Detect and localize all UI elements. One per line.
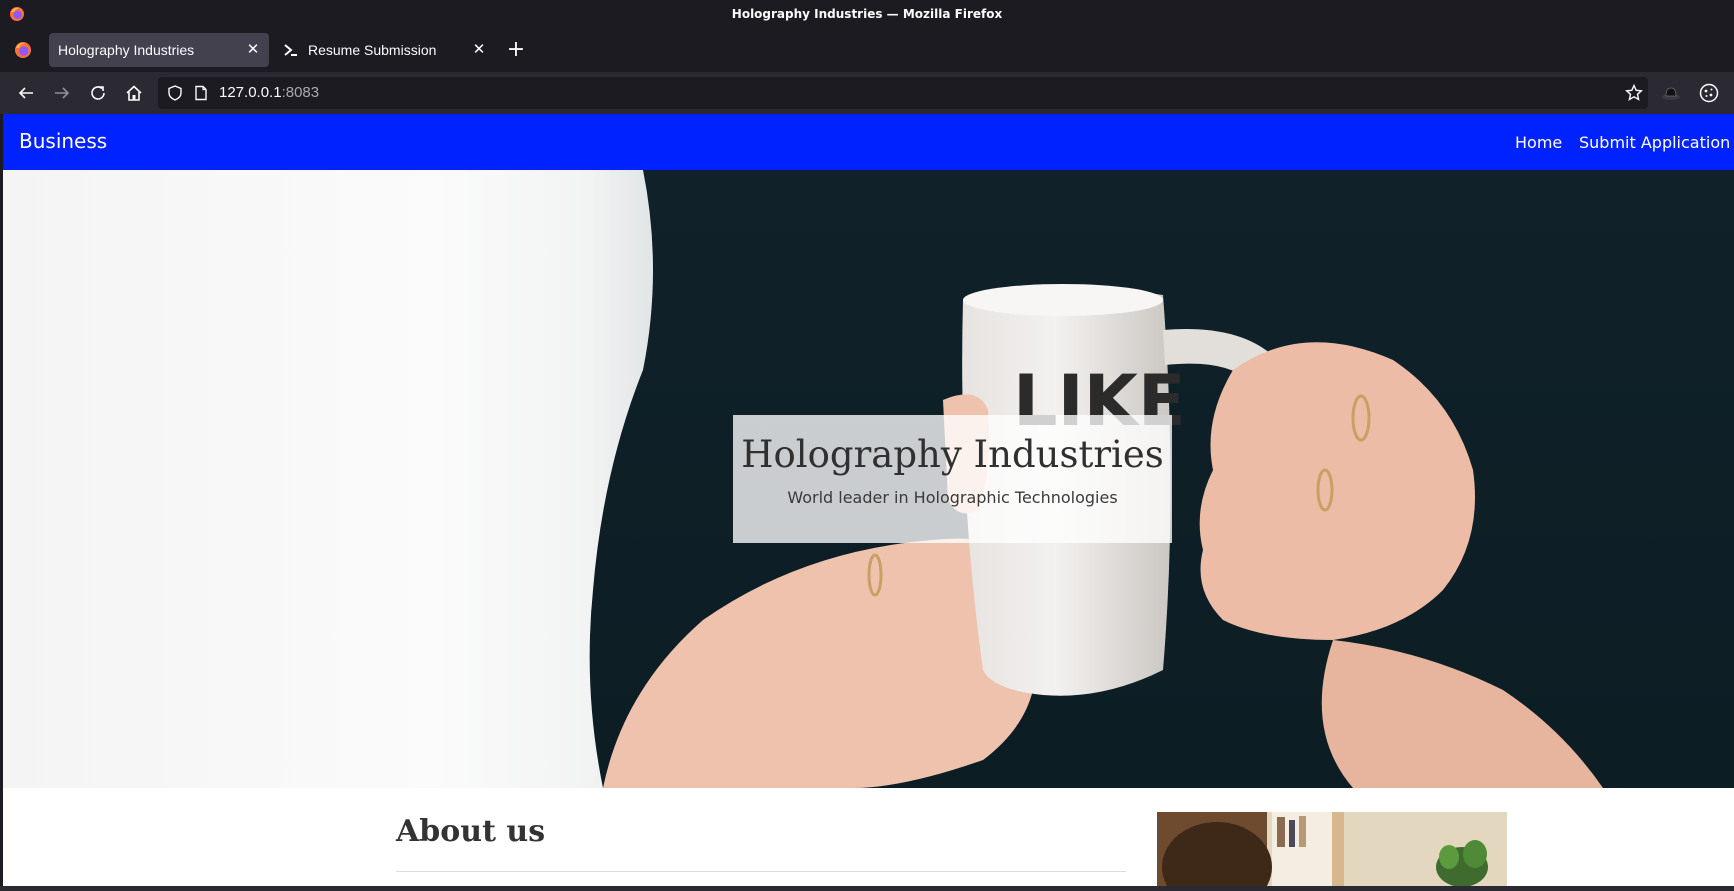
- url-bar[interactable]: 127.0.0.1:8083: [158, 77, 1648, 109]
- url-host: 127.0.0.1: [219, 84, 282, 101]
- about-photo-art: [1157, 812, 1507, 886]
- tab-holography-industries[interactable]: Holography Industries ✕: [49, 33, 269, 67]
- nav-link-submit-application[interactable]: Submit Application: [1579, 133, 1730, 152]
- site-brand-link[interactable]: Business: [19, 129, 107, 153]
- bookmark-star-icon[interactable]: [1625, 84, 1643, 102]
- hero-subtitle: World leader in Holographic Technologies: [787, 488, 1118, 507]
- tracking-protection-shield-icon[interactable]: [167, 85, 183, 101]
- nav-toolbar: 127.0.0.1:8083: [0, 72, 1734, 114]
- tab-label: Resume Submission: [308, 42, 437, 58]
- forward-button[interactable]: [50, 81, 74, 105]
- window-title: Holography Industries — Mozilla Firefox: [731, 7, 1003, 21]
- hero-card: Holography Industries World leader in Ho…: [733, 415, 1172, 543]
- page-viewport: Business Home Submit Application LIKE Ho…: [3, 114, 1734, 886]
- about-section: About us: [3, 788, 1734, 886]
- firefox-view-icon[interactable]: [13, 40, 33, 60]
- firefox-logo-icon: [10, 7, 24, 21]
- new-tab-button[interactable]: +: [506, 39, 526, 61]
- back-button[interactable]: [14, 81, 38, 105]
- tab-resume-submission[interactable]: Resume Submission ✕: [275, 33, 495, 67]
- url-text[interactable]: 127.0.0.1:8083: [219, 84, 319, 101]
- terminal-icon: [283, 42, 299, 58]
- tab-strip: Holography Industries ✕ Resume Submissio…: [0, 28, 1734, 72]
- site-navbar: Business Home Submit Application: [3, 114, 1734, 170]
- reload-button[interactable]: [86, 81, 110, 105]
- arrow-left-icon: [18, 87, 33, 99]
- url-port: :8083: [281, 84, 320, 101]
- window-bottom-edge: [0, 886, 1734, 891]
- home-icon: [126, 85, 142, 101]
- tab-label: Holography Industries: [58, 42, 195, 58]
- extension-cookie-icon[interactable]: [1698, 82, 1720, 104]
- page-info-icon[interactable]: [193, 85, 209, 101]
- about-photo: [1157, 812, 1507, 886]
- about-divider: [396, 871, 1126, 872]
- hero-title: Holography Industries: [741, 433, 1164, 476]
- window-titlebar: Holography Industries — Mozilla Firefox: [0, 0, 1734, 28]
- close-tab-icon[interactable]: ✕: [245, 42, 261, 58]
- about-heading: About us: [396, 814, 546, 849]
- close-tab-icon[interactable]: ✕: [471, 42, 487, 58]
- reload-icon: [91, 86, 105, 100]
- nav-link-home[interactable]: Home: [1515, 133, 1562, 152]
- hero-banner: LIKE Holography Industries World leader …: [3, 170, 1734, 788]
- extension-hat-icon[interactable]: [1661, 84, 1681, 102]
- home-button[interactable]: [122, 81, 146, 105]
- arrow-right-icon: [55, 87, 70, 99]
